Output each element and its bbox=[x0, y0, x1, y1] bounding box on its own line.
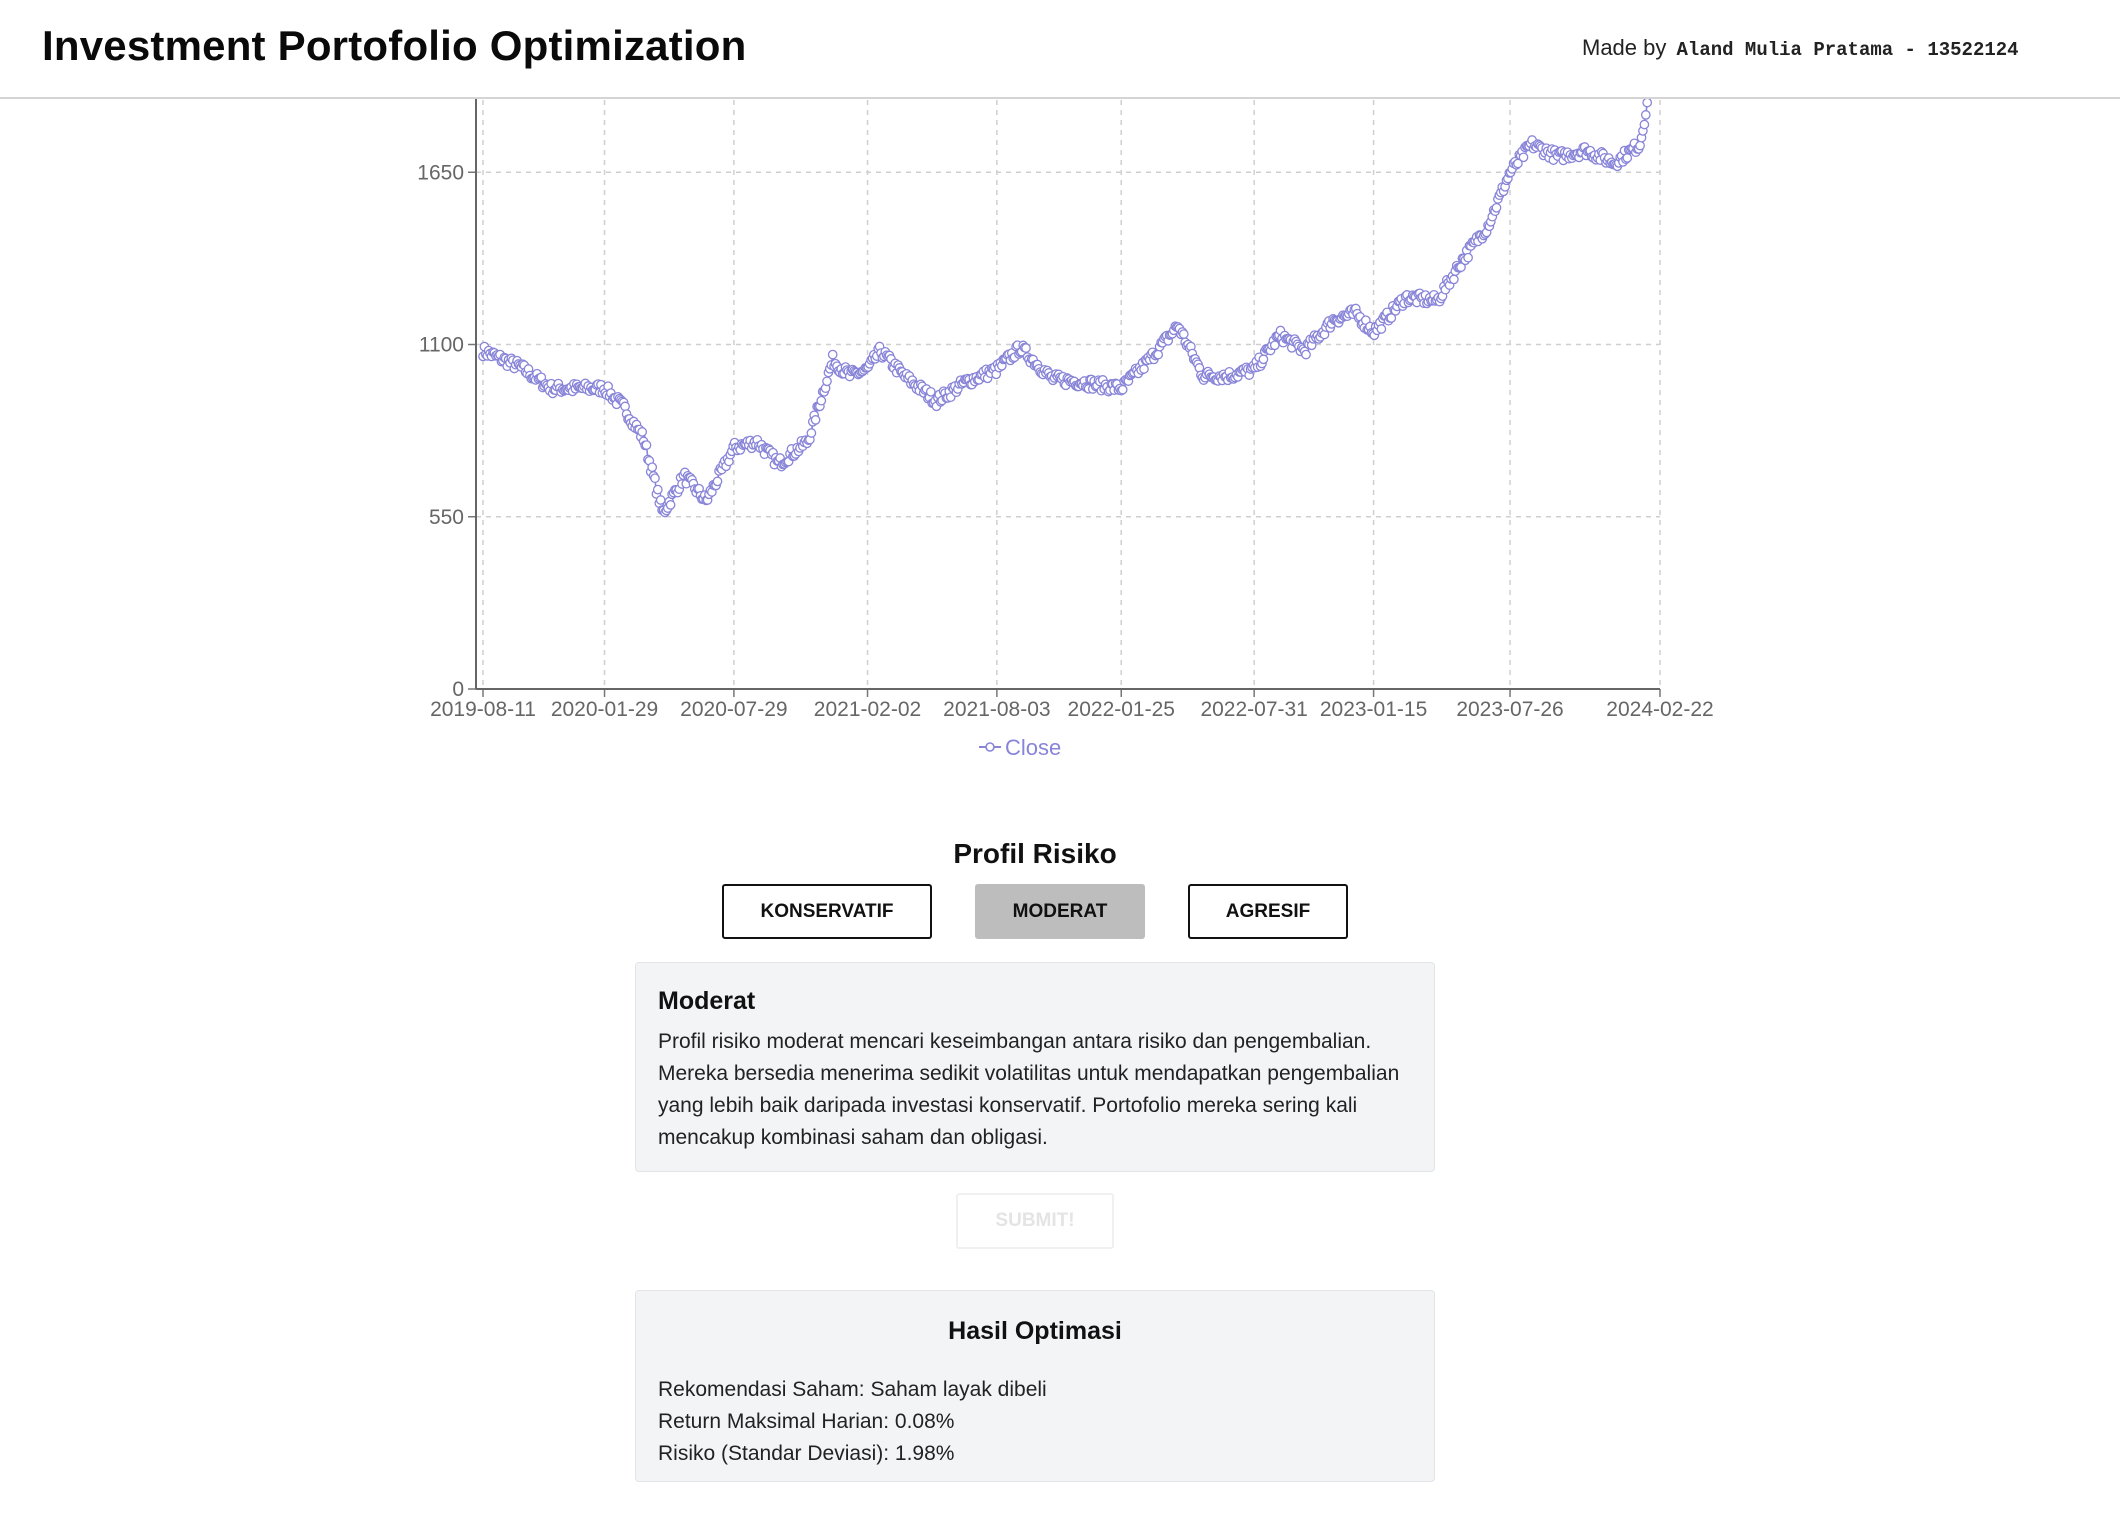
x-tick-label: 2021-08-03 bbox=[943, 698, 1050, 721]
data-point bbox=[652, 484, 663, 495]
result-max-return: Return Maksimal Harian: 0.08% bbox=[658, 1410, 955, 1433]
result-risk: Risiko (Standar Deviasi): 1.98% bbox=[658, 1442, 955, 1465]
data-point bbox=[816, 395, 827, 406]
data-point bbox=[1258, 354, 1269, 365]
credit-prefix: Made by bbox=[1582, 35, 1667, 60]
konservatif-button[interactable]: KONSERVATIF bbox=[722, 884, 932, 939]
data-point bbox=[1639, 119, 1650, 130]
y-tick-label: 1650 bbox=[417, 161, 464, 184]
data-point bbox=[1139, 364, 1149, 374]
risk-description-title: Moderat bbox=[658, 987, 756, 1015]
data-point bbox=[1178, 329, 1189, 339]
data-point bbox=[1640, 110, 1651, 120]
data-point bbox=[1301, 349, 1311, 360]
data-point bbox=[1117, 384, 1128, 395]
data-point bbox=[1153, 349, 1164, 360]
data-point bbox=[620, 401, 630, 412]
data-point bbox=[925, 386, 936, 397]
risk-profile-heading: Profil Risiko bbox=[953, 838, 1117, 869]
data-point bbox=[1491, 202, 1502, 213]
data-point bbox=[1269, 340, 1280, 351]
legend-marker-icon bbox=[985, 742, 995, 752]
data-point bbox=[641, 440, 652, 450]
risk-description-text: Profil risiko moderat mencari keseimbang… bbox=[658, 1030, 1400, 1149]
price-chart: 0550110016502019-08-11 2020-01-29 2020-07-… bbox=[417, 0, 1714, 760]
data-point bbox=[827, 349, 838, 360]
data-point bbox=[650, 473, 660, 484]
data-point bbox=[1463, 252, 1473, 263]
data-point bbox=[1635, 140, 1645, 151]
result-card: Hasil Optimasi Rekomendasi Saham: Saham … bbox=[635, 1290, 1435, 1482]
x-tick-label: 2022-07-31 bbox=[1200, 698, 1307, 721]
result-title: Hasil Optimasi bbox=[948, 1317, 1122, 1345]
y-tick-label: 550 bbox=[429, 506, 464, 529]
header-bar: Investment Portofolio Optimization Made … bbox=[0, 0, 2120, 99]
legend-label-close: Close bbox=[1005, 735, 1061, 760]
data-point bbox=[1642, 97, 1653, 108]
data-point bbox=[1518, 152, 1529, 163]
agresif-button[interactable]: AGRESIF bbox=[1188, 884, 1348, 939]
data-point bbox=[806, 428, 817, 438]
data-point bbox=[810, 415, 821, 425]
x-tick-label: 2023-07-26 bbox=[1456, 698, 1563, 721]
data-point bbox=[822, 376, 832, 387]
data-point bbox=[1622, 153, 1633, 163]
x-tick-label: 2020-07-29 bbox=[680, 698, 787, 721]
data-point bbox=[647, 462, 658, 473]
x-tick-label: 2020-01-29 bbox=[551, 698, 658, 721]
result-recommendation: Rekomendasi Saham: Saham layak dibeli bbox=[658, 1378, 1047, 1401]
submit-button[interactable]: SUBMIT! bbox=[956, 1193, 1114, 1249]
data-point bbox=[1449, 274, 1459, 285]
x-tick-label: 2021-02-02 bbox=[814, 698, 921, 721]
x-tick-label: 2023-01-15 bbox=[1320, 698, 1427, 721]
credit-author: Aland Mulia Pratama - 13522124 bbox=[1676, 39, 2019, 61]
x-tick-label: 2019-08-11 bbox=[430, 698, 536, 721]
data-point bbox=[1021, 343, 1031, 353]
risk-description-card: Moderat Profil risiko moderat mencari ke… bbox=[635, 962, 1435, 1172]
data-point bbox=[1376, 324, 1387, 334]
moderat-button[interactable]: MODERAT bbox=[975, 884, 1145, 939]
x-tick-label: 2024-02-22 bbox=[1606, 698, 1713, 721]
data-point bbox=[665, 500, 676, 510]
data-point bbox=[637, 427, 648, 437]
data-point bbox=[655, 495, 666, 505]
app-title: Investment Portofolio Optimization bbox=[42, 22, 747, 69]
credit: Made by Aland Mulia Pratama - 13522124 bbox=[1582, 35, 2019, 61]
data-point bbox=[712, 476, 723, 487]
x-tick-label: 2022-01-25 bbox=[1068, 698, 1175, 721]
y-tick-label: 1100 bbox=[419, 334, 464, 357]
